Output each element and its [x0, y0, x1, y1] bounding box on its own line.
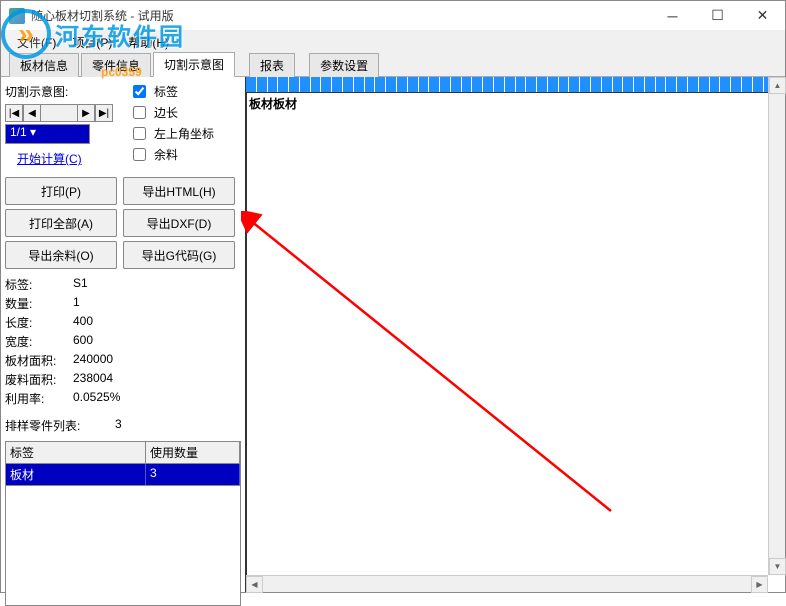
print-button[interactable]: 打印(P): [5, 177, 117, 205]
window-title: 随心板材切割系统 - 试用版: [31, 7, 650, 24]
scroll-left-icon[interactable]: ◀: [246, 576, 263, 593]
menu-file[interactable]: 文件(F): [9, 32, 64, 53]
info-parts-key: 排样零件列表:: [5, 417, 115, 434]
diagram-label: 板材板材: [249, 95, 297, 112]
info-qty-key: 数量:: [5, 295, 73, 312]
diagram-area[interactable]: 板材板材: [246, 93, 785, 592]
menu-project[interactable]: 项目(P): [64, 32, 120, 53]
ruler: [246, 77, 785, 93]
parts-table: 标签 使用数量 板材 3: [5, 441, 241, 606]
export-dxf-button[interactable]: 导出DXF(D): [123, 209, 235, 237]
maximize-button[interactable]: ☐: [695, 1, 740, 31]
tab-settings[interactable]: 参数设置: [309, 53, 379, 77]
checkbox-edge[interactable]: [133, 106, 146, 119]
app-icon: [9, 8, 25, 24]
info-len-key: 长度:: [5, 314, 73, 331]
scrollbar-horizontal[interactable]: ◀ ▶: [246, 575, 768, 592]
start-calc-link[interactable]: 开始计算(C): [5, 144, 113, 173]
nav-first-button[interactable]: |◀: [5, 104, 23, 122]
export-scrap-button[interactable]: 导出余料(O): [5, 241, 117, 269]
tab-part-info[interactable]: 零件信息: [81, 53, 151, 77]
section-title: 切割示意图:: [5, 81, 113, 102]
table-header-label[interactable]: 标签: [6, 442, 146, 463]
checkbox-scrap[interactable]: [133, 148, 146, 161]
minimize-button[interactable]: ─: [650, 1, 695, 31]
info-util-key: 利用率:: [5, 390, 73, 407]
checkbox-coord[interactable]: [133, 127, 146, 140]
table-header-qty[interactable]: 使用数量: [146, 442, 240, 463]
nav-last-button[interactable]: ▶|: [95, 104, 113, 122]
scrollbar-vertical[interactable]: ▲ ▼: [768, 77, 785, 575]
close-button[interactable]: ✕: [740, 1, 785, 31]
export-html-button[interactable]: 导出HTML(H): [123, 177, 235, 205]
checkbox-label[interactable]: [133, 85, 146, 98]
print-all-button[interactable]: 打印全部(A): [5, 209, 117, 237]
info-area-key: 板材面积:: [5, 352, 73, 369]
nav-next-button[interactable]: ▶: [77, 104, 95, 122]
table-row[interactable]: 板材 3: [6, 464, 240, 485]
info-waste-key: 废料面积:: [5, 371, 73, 388]
scroll-up-icon[interactable]: ▲: [769, 77, 786, 94]
menu-help[interactable]: 帮助(H): [120, 32, 177, 53]
tab-board-info[interactable]: 板材信息: [9, 53, 79, 77]
scroll-down-icon[interactable]: ▼: [769, 558, 786, 575]
tab-cut-diagram[interactable]: 切割示意图: [153, 52, 235, 77]
info-wid-key: 宽度:: [5, 333, 73, 350]
scroll-right-icon[interactable]: ▶: [751, 576, 768, 593]
page-selector[interactable]: 1/1 ▾: [5, 124, 90, 144]
info-label-key: 标签:: [5, 276, 73, 293]
nav-prev-button[interactable]: ◀: [23, 104, 41, 122]
tab-report[interactable]: 报表: [249, 53, 295, 77]
export-gcode-button[interactable]: 导出G代码(G): [123, 241, 235, 269]
